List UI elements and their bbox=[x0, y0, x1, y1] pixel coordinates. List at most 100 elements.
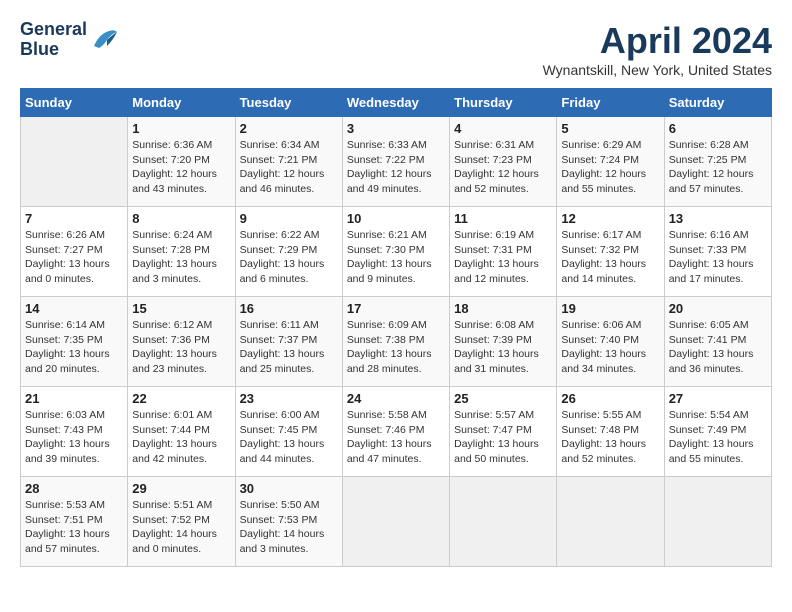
calendar-day-header: Wednesday bbox=[342, 89, 449, 117]
calendar-cell: 27 Sunrise: 5:54 AMSunset: 7:49 PMDayligh… bbox=[664, 387, 771, 477]
calendar-day-header: Friday bbox=[557, 89, 664, 117]
calendar-day-header: Monday bbox=[128, 89, 235, 117]
logo-bird-icon bbox=[89, 26, 119, 54]
calendar-cell: 4 Sunrise: 6:31 AMSunset: 7:23 PMDaylight… bbox=[450, 117, 557, 207]
day-number: 18 bbox=[454, 301, 552, 316]
day-info: Sunrise: 6:16 AMSunset: 7:33 PMDaylight:… bbox=[669, 228, 767, 287]
day-number: 23 bbox=[240, 391, 338, 406]
day-info: Sunrise: 5:55 AMSunset: 7:48 PMDaylight:… bbox=[561, 408, 659, 467]
day-number: 8 bbox=[132, 211, 230, 226]
day-number: 21 bbox=[25, 391, 123, 406]
calendar-day-header: Saturday bbox=[664, 89, 771, 117]
month-year-title: April 2024 bbox=[543, 20, 772, 62]
day-number: 14 bbox=[25, 301, 123, 316]
day-number: 15 bbox=[132, 301, 230, 316]
calendar-cell bbox=[342, 477, 449, 567]
calendar-cell: 6 Sunrise: 6:28 AMSunset: 7:25 PMDaylight… bbox=[664, 117, 771, 207]
day-number: 10 bbox=[347, 211, 445, 226]
day-info: Sunrise: 6:00 AMSunset: 7:45 PMDaylight:… bbox=[240, 408, 338, 467]
day-number: 24 bbox=[347, 391, 445, 406]
calendar-cell bbox=[450, 477, 557, 567]
day-info: Sunrise: 5:58 AMSunset: 7:46 PMDaylight:… bbox=[347, 408, 445, 467]
calendar-cell: 25 Sunrise: 5:57 AMSunset: 7:47 PMDayligh… bbox=[450, 387, 557, 477]
calendar-cell: 9 Sunrise: 6:22 AMSunset: 7:29 PMDaylight… bbox=[235, 207, 342, 297]
calendar-cell: 7Sunrise: 6:26 AMSunset: 7:27 PMDaylight… bbox=[21, 207, 128, 297]
calendar-cell: 24 Sunrise: 5:58 AMSunset: 7:46 PMDayligh… bbox=[342, 387, 449, 477]
day-info: Sunrise: 6:01 AMSunset: 7:44 PMDaylight:… bbox=[132, 408, 230, 467]
calendar-cell: 11 Sunrise: 6:19 AMSunset: 7:31 PMDayligh… bbox=[450, 207, 557, 297]
calendar-cell: 14 Sunrise: 6:14 AMSunset: 7:35 PMDayligh… bbox=[21, 297, 128, 387]
calendar-table: SundayMondayTuesdayWednesdayThursdayFrid… bbox=[20, 88, 772, 567]
calendar-cell: 23 Sunrise: 6:00 AMSunset: 7:45 PMDayligh… bbox=[235, 387, 342, 477]
day-info: Sunrise: 6:33 AMSunset: 7:22 PMDaylight:… bbox=[347, 138, 445, 197]
calendar-day-header: Sunday bbox=[21, 89, 128, 117]
day-info: Sunrise: 6:28 AMSunset: 7:25 PMDaylight:… bbox=[669, 138, 767, 197]
logo-text: General Blue bbox=[20, 20, 87, 60]
day-info: Sunrise: 5:50 AMSunset: 7:53 PMDaylight:… bbox=[240, 498, 338, 557]
day-info: Sunrise: 6:19 AMSunset: 7:31 PMDaylight:… bbox=[454, 228, 552, 287]
day-number: 26 bbox=[561, 391, 659, 406]
page-header: General Blue April 2024 Wynantskill, New… bbox=[20, 20, 772, 78]
calendar-cell: 22 Sunrise: 6:01 AMSunset: 7:44 PMDayligh… bbox=[128, 387, 235, 477]
calendar-cell: 21 Sunrise: 6:03 AMSunset: 7:43 PMDayligh… bbox=[21, 387, 128, 477]
calendar-cell: 15 Sunrise: 6:12 AMSunset: 7:36 PMDayligh… bbox=[128, 297, 235, 387]
calendar-cell: 3 Sunrise: 6:33 AMSunset: 7:22 PMDaylight… bbox=[342, 117, 449, 207]
calendar-cell bbox=[21, 117, 128, 207]
calendar-header-row: SundayMondayTuesdayWednesdayThursdayFrid… bbox=[21, 89, 772, 117]
day-info: Sunrise: 6:36 AMSunset: 7:20 PMDaylight:… bbox=[132, 138, 230, 197]
day-info: Sunrise: 6:14 AMSunset: 7:35 PMDaylight:… bbox=[25, 318, 123, 377]
day-number: 29 bbox=[132, 481, 230, 496]
calendar-cell: 12Sunrise: 6:17 AMSunset: 7:32 PMDayligh… bbox=[557, 207, 664, 297]
calendar-cell: 17Sunrise: 6:09 AMSunset: 7:38 PMDayligh… bbox=[342, 297, 449, 387]
day-number: 3 bbox=[347, 121, 445, 136]
calendar-week-row: 28 Sunrise: 5:53 AMSunset: 7:51 PMDayligh… bbox=[21, 477, 772, 567]
day-info: Sunrise: 6:17 AMSunset: 7:32 PMDaylight:… bbox=[561, 228, 659, 287]
day-number: 1 bbox=[132, 121, 230, 136]
calendar-cell: 29 Sunrise: 5:51 AMSunset: 7:52 PMDayligh… bbox=[128, 477, 235, 567]
calendar-cell: 18 Sunrise: 6:08 AMSunset: 7:39 PMDayligh… bbox=[450, 297, 557, 387]
calendar-cell: 20 Sunrise: 6:05 AMSunset: 7:41 PMDayligh… bbox=[664, 297, 771, 387]
day-info: Sunrise: 6:26 AMSunset: 7:27 PMDaylight:… bbox=[25, 228, 123, 287]
calendar-week-row: 1 Sunrise: 6:36 AMSunset: 7:20 PMDaylight… bbox=[21, 117, 772, 207]
day-info: Sunrise: 6:22 AMSunset: 7:29 PMDaylight:… bbox=[240, 228, 338, 287]
calendar-cell: 13 Sunrise: 6:16 AMSunset: 7:33 PMDayligh… bbox=[664, 207, 771, 297]
day-number: 19 bbox=[561, 301, 659, 316]
day-info: Sunrise: 6:05 AMSunset: 7:41 PMDaylight:… bbox=[669, 318, 767, 377]
location-subtitle: Wynantskill, New York, United States bbox=[543, 62, 772, 78]
calendar-cell: 19 Sunrise: 6:06 AMSunset: 7:40 PMDayligh… bbox=[557, 297, 664, 387]
day-info: Sunrise: 6:21 AMSunset: 7:30 PMDaylight:… bbox=[347, 228, 445, 287]
calendar-cell: 1 Sunrise: 6:36 AMSunset: 7:20 PMDaylight… bbox=[128, 117, 235, 207]
calendar-week-row: 14 Sunrise: 6:14 AMSunset: 7:35 PMDayligh… bbox=[21, 297, 772, 387]
day-info: Sunrise: 5:54 AMSunset: 7:49 PMDaylight:… bbox=[669, 408, 767, 467]
day-info: Sunrise: 5:57 AMSunset: 7:47 PMDaylight:… bbox=[454, 408, 552, 467]
day-info: Sunrise: 5:51 AMSunset: 7:52 PMDaylight:… bbox=[132, 498, 230, 557]
calendar-cell bbox=[664, 477, 771, 567]
day-number: 6 bbox=[669, 121, 767, 136]
day-info: Sunrise: 6:12 AMSunset: 7:36 PMDaylight:… bbox=[132, 318, 230, 377]
day-number: 11 bbox=[454, 211, 552, 226]
day-number: 17 bbox=[347, 301, 445, 316]
day-number: 13 bbox=[669, 211, 767, 226]
day-number: 20 bbox=[669, 301, 767, 316]
logo: General Blue bbox=[20, 20, 119, 60]
day-number: 16 bbox=[240, 301, 338, 316]
day-number: 2 bbox=[240, 121, 338, 136]
day-info: Sunrise: 6:03 AMSunset: 7:43 PMDaylight:… bbox=[25, 408, 123, 467]
day-info: Sunrise: 6:06 AMSunset: 7:40 PMDaylight:… bbox=[561, 318, 659, 377]
day-number: 25 bbox=[454, 391, 552, 406]
calendar-cell: 30Sunrise: 5:50 AMSunset: 7:53 PMDayligh… bbox=[235, 477, 342, 567]
day-number: 28 bbox=[25, 481, 123, 496]
day-number: 22 bbox=[132, 391, 230, 406]
title-block: April 2024 Wynantskill, New York, United… bbox=[543, 20, 772, 78]
day-info: Sunrise: 6:31 AMSunset: 7:23 PMDaylight:… bbox=[454, 138, 552, 197]
day-info: Sunrise: 5:53 AMSunset: 7:51 PMDaylight:… bbox=[25, 498, 123, 557]
day-number: 4 bbox=[454, 121, 552, 136]
day-number: 9 bbox=[240, 211, 338, 226]
calendar-cell: 16Sunrise: 6:11 AMSunset: 7:37 PMDayligh… bbox=[235, 297, 342, 387]
day-info: Sunrise: 6:08 AMSunset: 7:39 PMDaylight:… bbox=[454, 318, 552, 377]
calendar-day-header: Thursday bbox=[450, 89, 557, 117]
calendar-cell: 28 Sunrise: 5:53 AMSunset: 7:51 PMDayligh… bbox=[21, 477, 128, 567]
calendar-day-header: Tuesday bbox=[235, 89, 342, 117]
day-number: 27 bbox=[669, 391, 767, 406]
calendar-cell: 2Sunrise: 6:34 AMSunset: 7:21 PMDaylight… bbox=[235, 117, 342, 207]
